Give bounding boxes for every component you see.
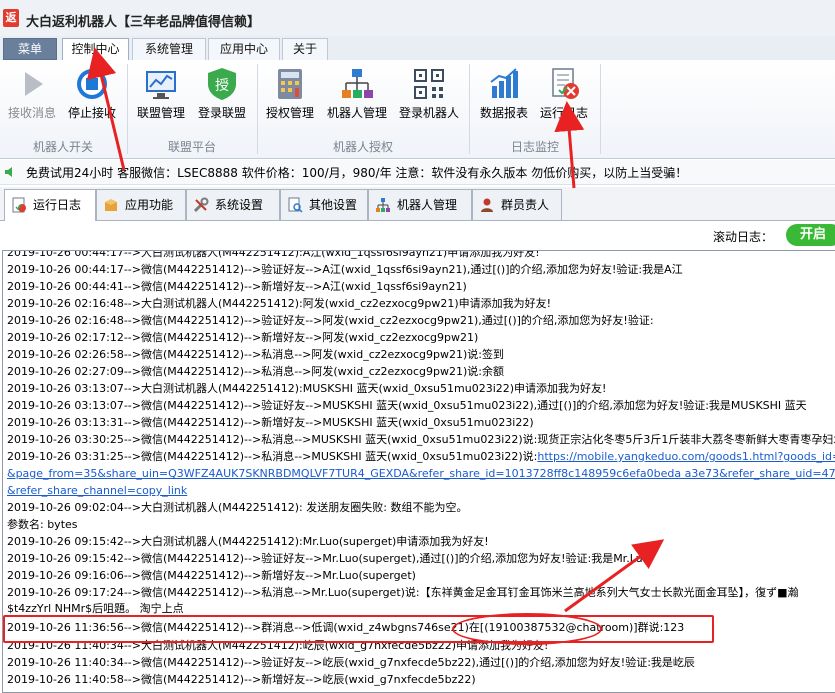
tab-system-settings-label: 系统设置	[215, 198, 264, 212]
title-bar: 返 大白返利机器人【三年老品牌值得信赖】	[0, 0, 835, 37]
tab-robot-management[interactable]: 机器人管理	[368, 189, 472, 220]
scroll-log-label: 滚动日志：	[713, 230, 774, 244]
tab-system-management[interactable]: 系统管理	[132, 38, 206, 60]
tab-group-members[interactable]: 群员责人	[472, 189, 562, 220]
group-divider	[600, 64, 601, 154]
shield-authorize-icon: 授	[204, 66, 240, 102]
tab-other-settings[interactable]: 其他设置	[280, 189, 368, 220]
play-icon	[14, 66, 50, 102]
box-icon	[105, 199, 117, 211]
group-label-robot-switch: 机器人开关	[32, 140, 93, 154]
data-report-button[interactable]: 数据报表	[476, 62, 532, 134]
log-line: 2019-10-26 09:15:42-->微信(M442251412)-->验…	[7, 552, 650, 565]
robot-management-button[interactable]: 机器人管理	[324, 62, 390, 134]
user-icon	[481, 198, 493, 212]
document-search-icon	[288, 197, 303, 213]
window-title: 大白返利机器人【三年老品牌值得信赖】	[26, 15, 261, 30]
scroll-log-toggle[interactable]: 开启	[786, 224, 835, 246]
log-line: 2019-10-26 09:16:06-->微信(M442251412)-->新…	[7, 569, 416, 582]
log-line: 2019-10-26 03:30:25-->微信(M442251412)-->私…	[7, 433, 835, 446]
log-options-row: 滚动日志： 开启	[0, 221, 835, 249]
log-line: 2019-10-26 11:40:58-->微信(M442251412)-->新…	[7, 673, 476, 686]
log-line: 2019-10-26 09:02:04-->大白测试机器人(M442251412…	[7, 501, 468, 514]
qr-code-icon	[411, 66, 447, 102]
highlight-box	[3, 615, 714, 643]
goods-link-continued[interactable]: &refer_share_channel=copy_link	[7, 483, 187, 499]
app-logo-icon: 返	[3, 9, 19, 27]
tab-robot-management-label: 机器人管理	[397, 198, 458, 212]
log-line: 2019-10-26 03:13:31-->微信(M442251412)-->新…	[7, 416, 534, 429]
log-line-with-link: 2019-10-26 03:31:25-->微信(M442251412)-->私…	[7, 449, 835, 465]
goods-link[interactable]: https://mobile.yangkeduo.com/goods1.html…	[537, 450, 835, 463]
run-log-button[interactable]: 运行日志	[536, 62, 592, 134]
stop-receive-label: 停止接收	[67, 106, 116, 120]
alliance-management-button[interactable]: 联盟管理	[132, 62, 190, 134]
log-line: 2019-10-26 02:17:12-->微信(M442251412)-->新…	[7, 331, 479, 344]
group-label-log-monitor: 日志监控	[510, 140, 559, 154]
tools-icon	[193, 197, 209, 213]
notice-bar: 免费试用24小时 客服微信：LSEC8888 软件价格：100/月，980/年 …	[0, 160, 835, 185]
log-tab-icon	[12, 197, 26, 213]
log-line: 2019-10-26 02:16:48-->微信(M442251412)-->验…	[7, 314, 654, 327]
run-log-label: 运行日志	[539, 106, 588, 120]
log-line: 2019-10-26 11:40:34-->微信(M442251412)-->验…	[7, 656, 695, 669]
authorization-management-label: 授权管理	[265, 106, 314, 120]
alliance-management-label: 联盟管理	[136, 106, 185, 120]
monitor-chart-icon	[143, 66, 179, 102]
chatroom-highlight-ellipse	[452, 613, 602, 645]
authorization-management-button[interactable]: 授权管理	[262, 62, 318, 134]
tab-run-log-label: 运行日志	[33, 198, 82, 212]
log-line: 2019-10-26 03:13:07-->微信(M442251412)-->验…	[7, 399, 807, 412]
tab-other-settings-label: 其他设置	[309, 198, 358, 212]
menu-button[interactable]: 菜单	[3, 38, 57, 60]
log-line: 2019-10-26 00:44:17-->微信(M442251412)-->验…	[7, 263, 683, 276]
log-line: 2019-10-26 02:26:58-->微信(M442251412)-->私…	[7, 348, 504, 361]
data-report-label: 数据报表	[479, 106, 528, 120]
hierarchy-icon	[376, 198, 390, 212]
stop-receive-button[interactable]: 停止接收	[64, 62, 120, 134]
tab-app-functions-label: 应用功能	[125, 198, 174, 212]
log-line: 2019-10-26 03:13:07-->大白测试机器人(M442251412…	[7, 382, 607, 395]
receive-messages-label: 接收消息	[7, 106, 56, 120]
login-robot-label: 登录机器人	[398, 106, 459, 120]
log-line: 2019-10-26 09:15:42-->大白测试机器人(M442251412…	[7, 535, 489, 548]
tab-app-center[interactable]: 应用中心	[208, 38, 280, 60]
tab-group-members-label: 群员责人	[501, 198, 550, 212]
speaker-icon	[5, 167, 12, 177]
group-label-robot-authorization: 机器人授权	[332, 140, 393, 154]
group-label-alliance-platform: 联盟平台	[167, 140, 216, 154]
stop-icon	[74, 66, 110, 102]
tab-app-functions[interactable]: 应用功能	[96, 189, 186, 220]
receive-messages-button[interactable]: 接收消息	[4, 62, 60, 134]
log-line-prefix: 2019-10-26 03:31:25-->微信(M442251412)-->私…	[7, 450, 538, 463]
panel-tab-row: 运行日志 应用功能 系统设置 其他设置 机器人管理 群员责人	[0, 187, 835, 221]
calculator-icon	[272, 66, 308, 102]
login-robot-button[interactable]: 登录机器人	[396, 62, 462, 134]
login-alliance-button[interactable]: 授 登录联盟	[194, 62, 250, 134]
log-line: 2019-10-26 00:44:41-->微信(M442251412)-->新…	[7, 280, 467, 293]
tab-about[interactable]: 关于	[282, 38, 328, 60]
log-document-icon	[546, 66, 582, 102]
log-line: 2019-10-26 02:27:09-->微信(M442251412)-->私…	[7, 365, 504, 378]
bar-chart-icon	[486, 66, 522, 102]
log-line: 2019-10-26 02:16:48-->大白测试机器人(M442251412…	[7, 297, 552, 310]
log-line: 2019-10-26 09:17:24-->微信(M442251412)-->私…	[7, 586, 799, 599]
robot-management-label: 机器人管理	[326, 106, 387, 120]
tab-run-log[interactable]: 运行日志	[4, 189, 96, 221]
notice-text: 免费试用24小时 客服微信：LSEC8888 软件价格：100/月，980/年 …	[26, 166, 688, 180]
tab-control-center[interactable]: 控制中心	[62, 38, 129, 62]
network-hierarchy-icon	[339, 66, 375, 102]
svg-text:授: 授	[215, 78, 229, 94]
menu-bar: 菜单 控制中心 系统管理 应用中心 关于	[0, 36, 835, 62]
tab-system-settings[interactable]: 系统设置	[186, 189, 280, 220]
ribbon-toolbar: 接收消息 停止接收 机器人开关 联盟管理 授 登录联盟 联盟平台 授权管理 机器…	[0, 60, 835, 159]
log-line: 2019-10-26 00:44:17-->大白测试机器人(M442251412…	[7, 250, 540, 259]
goods-link-continued[interactable]: &page_from=35&share_uin=Q3WFZ4AUK7SKNRBD…	[7, 466, 835, 482]
login-alliance-label: 登录联盟	[197, 106, 246, 120]
log-line: 参数名: bytes	[7, 518, 78, 531]
